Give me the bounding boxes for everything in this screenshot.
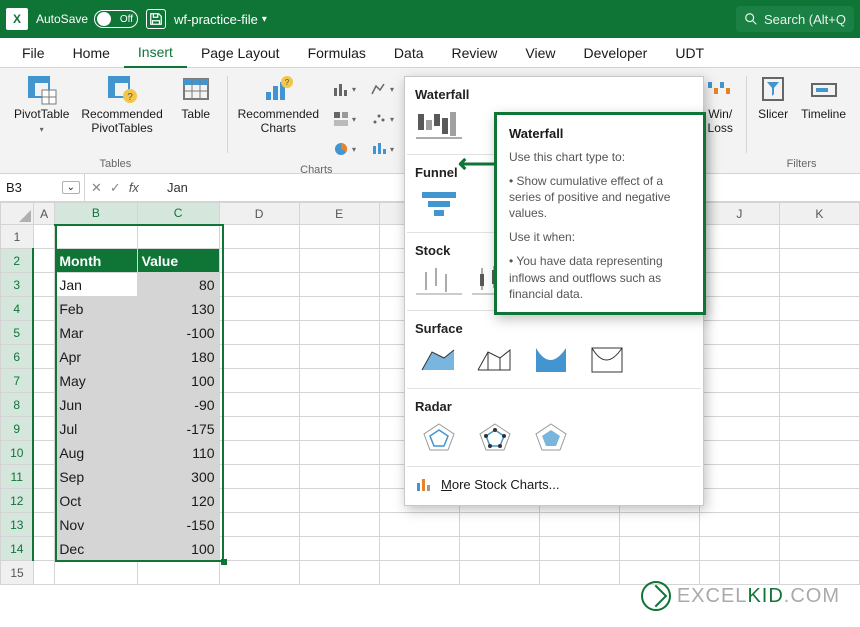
cancel-icon[interactable]: ✕ [91, 180, 102, 196]
pie-chart-button[interactable]: ▾ [327, 136, 361, 162]
watermark: EXCELKID.COM [641, 581, 840, 611]
tab-data[interactable]: Data [380, 40, 438, 67]
confirm-icon[interactable]: ✓ [110, 180, 121, 196]
menu-section-radar: Radar [415, 393, 693, 418]
waterfall-tooltip: Waterfall Use this chart type to: • Show… [494, 112, 706, 315]
radar-chart-option-3[interactable] [527, 418, 575, 458]
surface-chart-option-3[interactable] [527, 340, 575, 380]
search-box[interactable]: Search (Alt+Q [736, 6, 854, 32]
surface-chart-option-2[interactable] [471, 340, 519, 380]
sparkline-winloss-button[interactable]: Win/ Loss [700, 72, 740, 138]
autosave-toggle[interactable]: AutoSave Off [36, 10, 138, 28]
tab-view[interactable]: View [511, 40, 569, 67]
funnel-chart-option[interactable] [415, 184, 463, 224]
tab-formulas[interactable]: Formulas [294, 40, 380, 67]
select-all-button[interactable] [1, 203, 34, 225]
radar-chart-option-2[interactable] [471, 418, 519, 458]
table-header[interactable]: Value [137, 249, 219, 273]
col-header[interactable]: D [219, 203, 299, 225]
chevron-down-icon: ▾ [40, 125, 44, 134]
col-header[interactable]: C [137, 203, 219, 225]
name-box[interactable]: B3 ⌄ [0, 174, 85, 201]
radar-chart-option-1[interactable] [415, 418, 463, 458]
tab-page-layout[interactable]: Page Layout [187, 40, 294, 67]
menu-section-waterfall: Waterfall [415, 81, 693, 106]
tab-home[interactable]: Home [59, 40, 124, 67]
recommended-charts-button[interactable]: ? Recommended Charts [234, 72, 323, 138]
table-header[interactable]: Month [55, 249, 137, 273]
excel-app-icon: X [6, 8, 28, 30]
tab-udt[interactable]: UDT [661, 40, 718, 67]
col-header[interactable]: J [699, 203, 779, 225]
surface-chart-option-1[interactable] [415, 340, 463, 380]
waterfall-chart-option[interactable] [415, 106, 463, 146]
scatter-chart-button[interactable]: ▾ [365, 106, 399, 132]
save-button[interactable] [146, 9, 166, 29]
col-header[interactable]: K [779, 203, 859, 225]
menubar: File Home Insert Page Layout Formulas Da… [0, 38, 860, 68]
pivottable-button[interactable]: PivotTable▾ [10, 72, 73, 138]
annotation-arrow-icon: ⟵ [458, 148, 495, 179]
statistic-chart-button[interactable]: ▾ [365, 136, 399, 162]
titlebar: X AutoSave Off wf-practice-file ▾ Search… [0, 0, 860, 38]
filename-dropdown[interactable]: wf-practice-file ▾ [174, 12, 267, 27]
group-charts: ? Recommended Charts ▾ ▾ ▾ ▾ ▾ ▾ Charts [228, 70, 405, 173]
col-header[interactable]: E [299, 203, 379, 225]
watermark-logo-icon [641, 581, 671, 611]
chevron-down-icon: ⌄ [62, 181, 80, 194]
group-tables: PivotTable▾ ? Recommended PivotTables Ta… [4, 70, 227, 173]
table-button[interactable]: Table [171, 72, 221, 124]
tab-review[interactable]: Review [438, 40, 512, 67]
tab-file[interactable]: File [8, 40, 59, 67]
svg-text:?: ? [285, 78, 290, 87]
search-icon [744, 12, 758, 26]
autosave-label: AutoSave [36, 12, 88, 26]
recommended-pivottables-button[interactable]: ? Recommended PivotTables [77, 72, 166, 138]
timeline-button[interactable]: Timeline [797, 72, 850, 124]
more-stock-charts-button[interactable]: MMore Stock Charts...ore Stock Charts... [405, 467, 703, 501]
surface-chart-option-4[interactable] [583, 340, 631, 380]
stock-chart-option-1[interactable] [415, 262, 463, 302]
bar-chart-icon [415, 475, 433, 493]
chevron-down-icon: ▾ [262, 14, 267, 25]
tab-developer[interactable]: Developer [570, 40, 662, 67]
col-header[interactable]: B [55, 203, 137, 225]
active-cell[interactable]: Jan [55, 273, 137, 297]
hierarchy-chart-button[interactable]: ▾ [327, 106, 361, 132]
menu-section-surface: Surface [415, 315, 693, 340]
col-header[interactable]: A [33, 203, 54, 225]
selection-handle[interactable] [221, 559, 227, 565]
column-chart-button[interactable]: ▾ [327, 76, 361, 102]
tab-insert[interactable]: Insert [124, 39, 187, 68]
fx-icon[interactable]: fx [129, 180, 139, 195]
group-filters: Slicer Timeline Filters [747, 70, 856, 173]
line-chart-button[interactable]: ▾ [365, 76, 399, 102]
formula-input[interactable]: Jan [147, 180, 188, 195]
slicer-button[interactable]: Slicer [753, 72, 793, 124]
svg-text:?: ? [127, 92, 133, 103]
